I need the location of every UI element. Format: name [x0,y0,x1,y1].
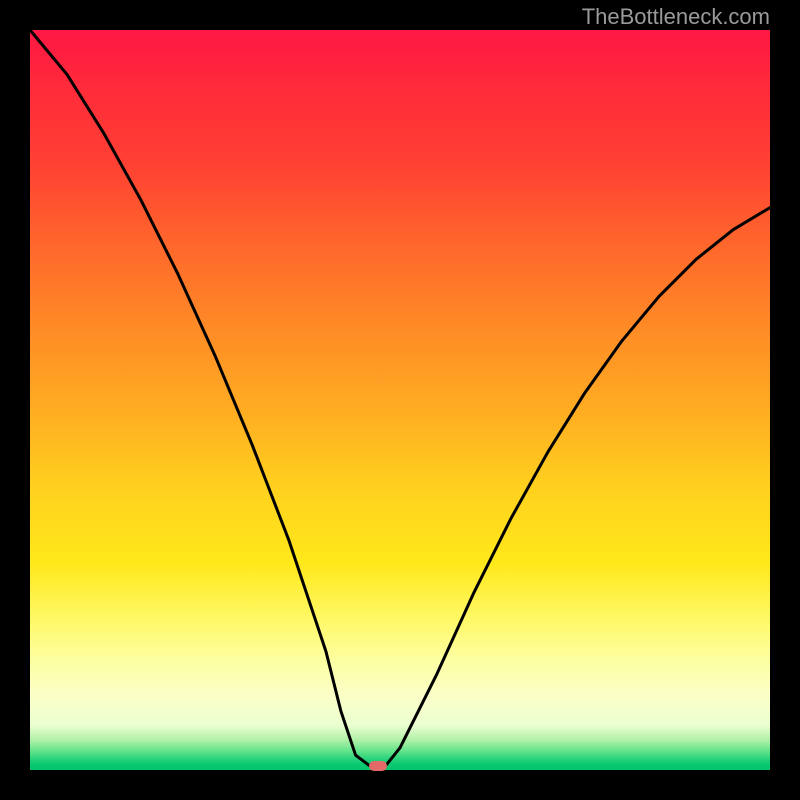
watermark-text: TheBottleneck.com [582,4,770,30]
plot-area [30,30,770,770]
optimal-marker [369,761,387,771]
bottleneck-curve [30,30,770,770]
chart-frame: TheBottleneck.com [0,0,800,800]
